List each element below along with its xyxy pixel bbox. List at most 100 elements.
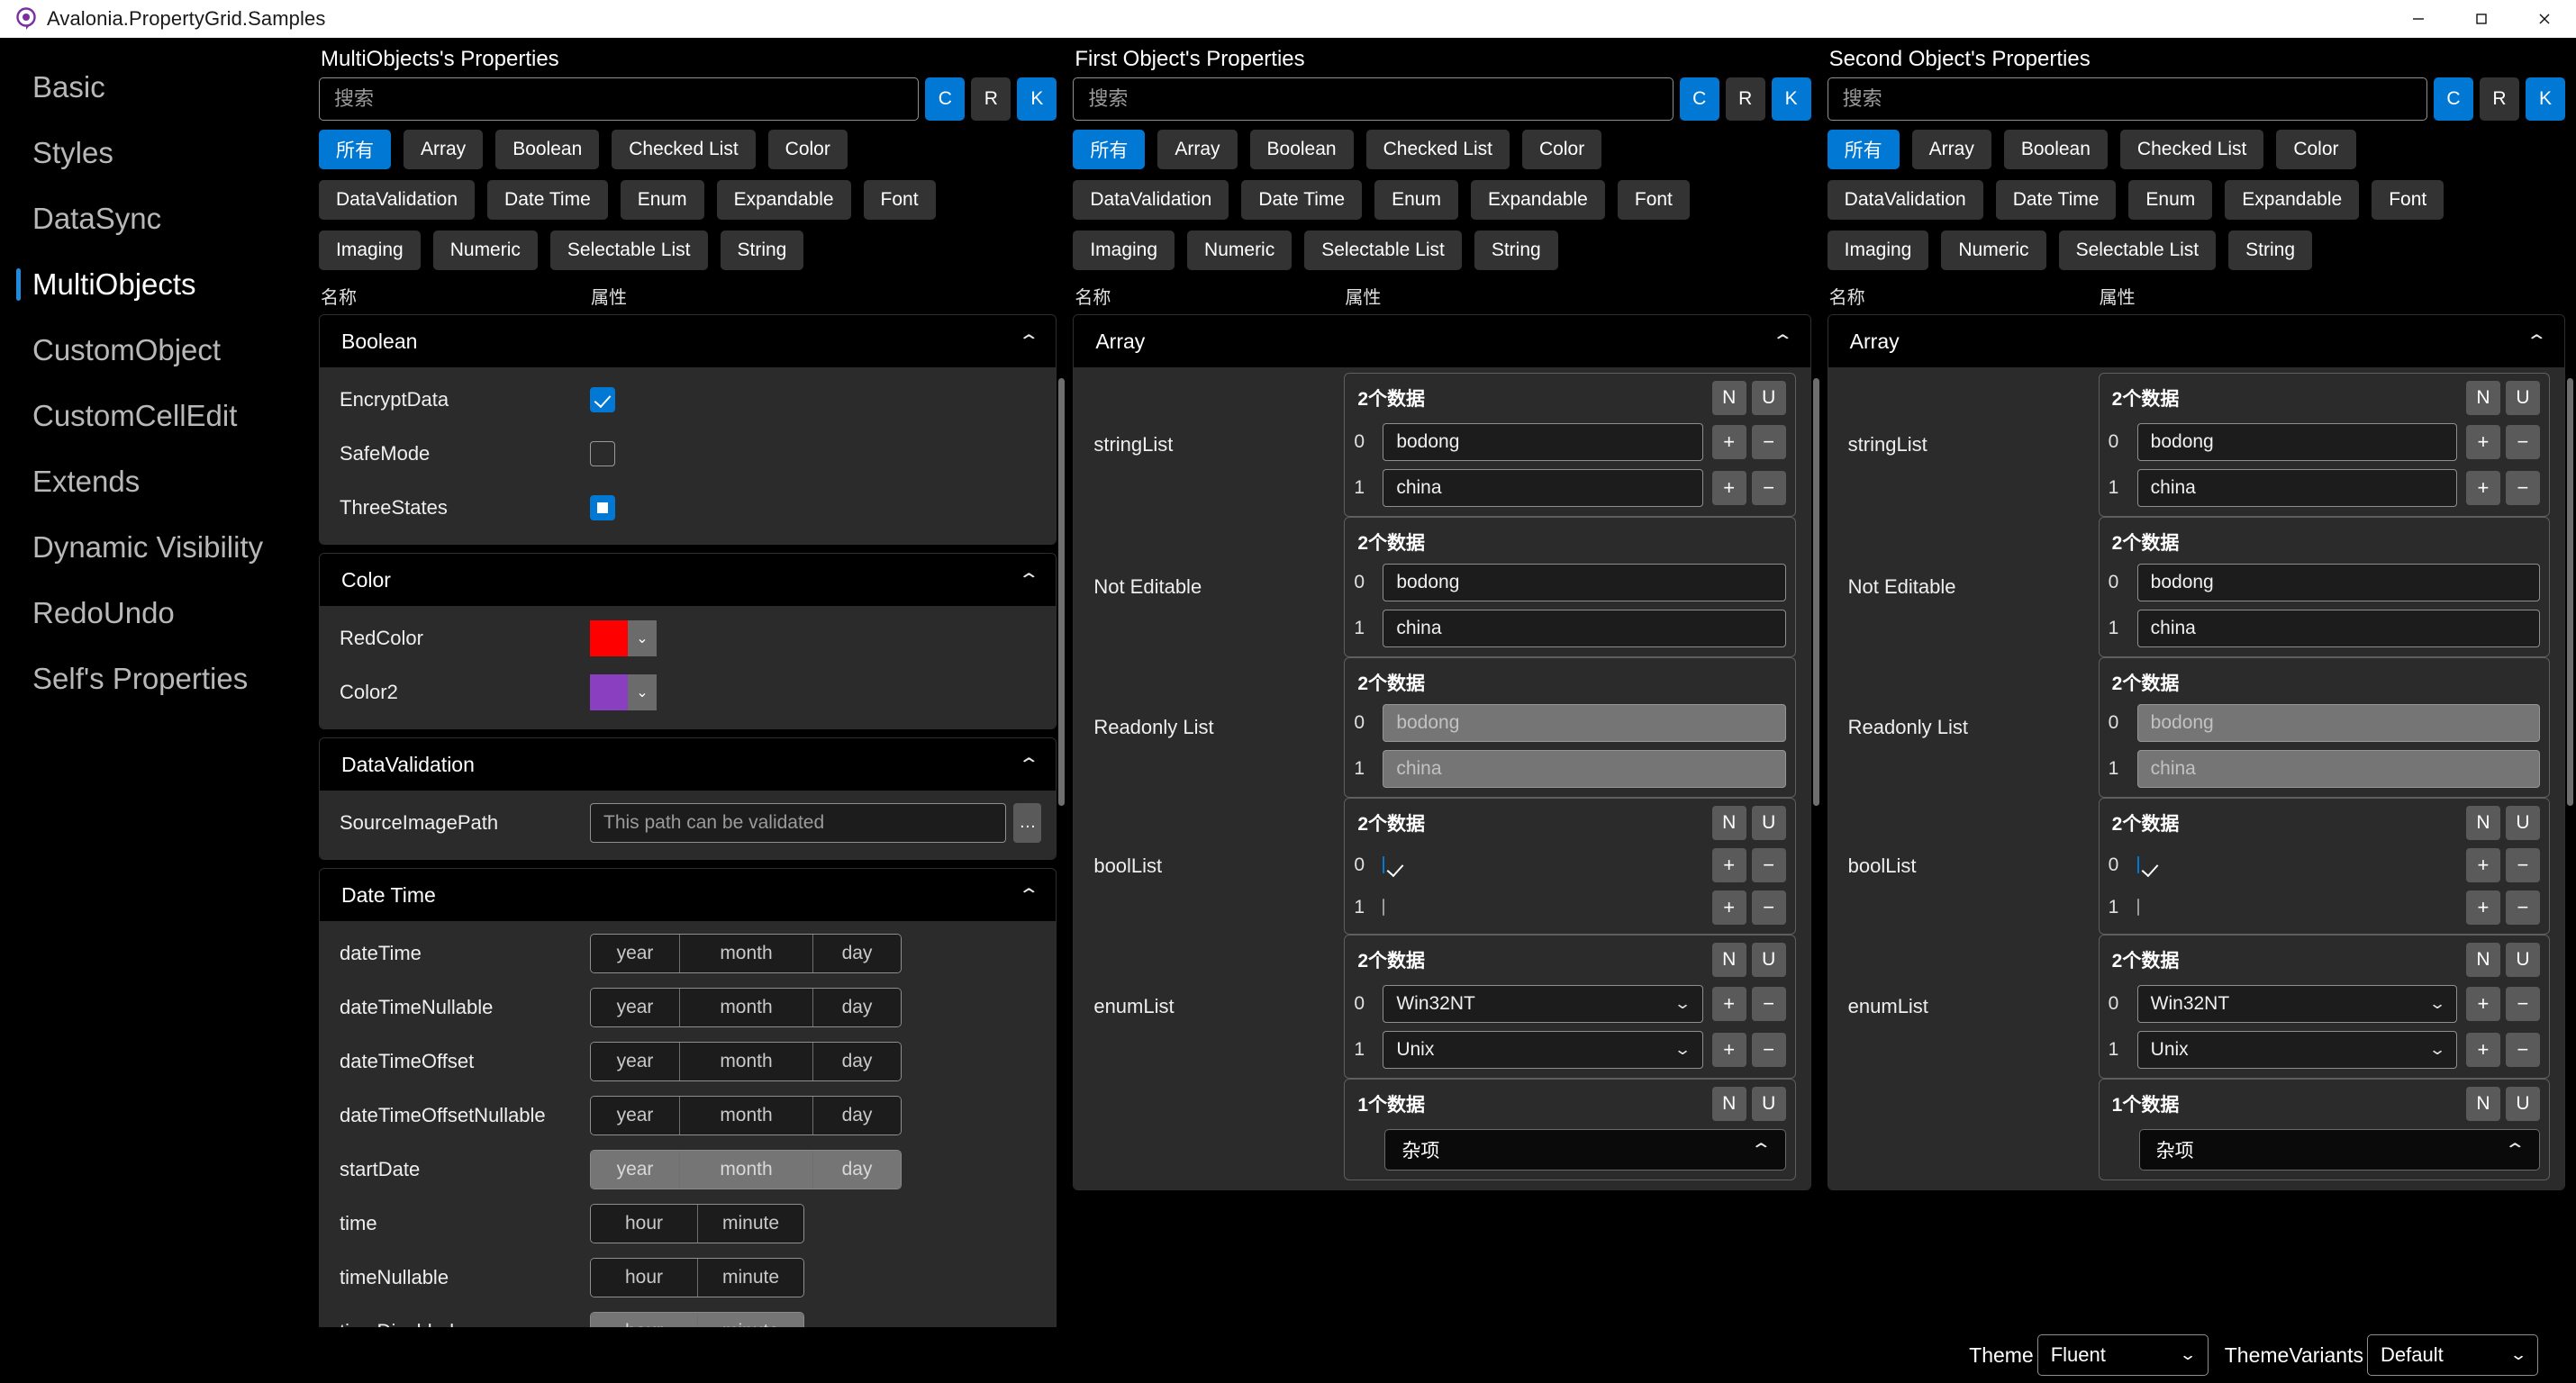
date-month-segment[interactable]: month — [679, 1043, 812, 1080]
sidebar-item-redoundo[interactable]: RedoUndo — [0, 580, 313, 646]
remove-item-button[interactable]: − — [1751, 471, 1786, 505]
filter-chip-color[interactable]: Color — [767, 130, 848, 169]
filter-chip-enum[interactable]: Enum — [1374, 180, 1458, 220]
add-item-button[interactable]: + — [2465, 848, 2500, 882]
category-header[interactable]: Boolean ⌃ — [320, 315, 1057, 367]
date-picker[interactable]: year month day — [590, 1096, 902, 1135]
toggle-category-button[interactable]: C — [925, 77, 966, 121]
list-item-checkbox[interactable] — [2136, 856, 2139, 873]
filter-chip-array[interactable]: Array — [404, 130, 484, 169]
add-item-button[interactable]: + — [2465, 1033, 2500, 1067]
date-year-segment[interactable]: year — [591, 989, 679, 1026]
filter-chip-selectable-list[interactable]: Selectable List — [549, 230, 708, 270]
toggle-keyword-button[interactable]: K — [1017, 77, 1057, 121]
sidebar-item-multiobjects[interactable]: MultiObjects — [0, 251, 313, 317]
chevron-up-icon[interactable]: ⌃ — [1017, 754, 1039, 776]
date-picker[interactable]: year month day — [590, 934, 902, 973]
date-year-segment[interactable]: year — [591, 1097, 679, 1134]
toggle-readonly-button[interactable]: R — [2479, 77, 2519, 121]
category-header[interactable]: Array ⌃ — [1074, 315, 1810, 367]
remove-item-button[interactable]: − — [1751, 425, 1786, 459]
filter-chip-date-time[interactable]: Date Time — [1995, 180, 2117, 220]
toggle-readonly-button[interactable]: R — [971, 77, 1011, 121]
theme-variants-select[interactable]: Default ⌄ — [2367, 1334, 2538, 1376]
filter-chip-datavalidation[interactable]: DataValidation — [1073, 180, 1229, 220]
filter-chip-selectable-list[interactable]: Selectable List — [2058, 230, 2217, 270]
clear-items-button[interactable]: U — [2505, 1087, 2540, 1121]
sidebar-item-styles[interactable]: Styles — [0, 120, 313, 185]
date-day-segment[interactable]: day — [812, 935, 901, 972]
toggle-category-button[interactable]: C — [2433, 77, 2473, 121]
filter-chip-datavalidation[interactable]: DataValidation — [1827, 180, 1983, 220]
filter-chip-array[interactable]: Array — [1157, 130, 1238, 169]
filter-chip-color[interactable]: Color — [1522, 130, 1602, 169]
vertical-scrollbar[interactable] — [1812, 314, 1820, 1383]
sidebar-item-customobject[interactable]: CustomObject — [0, 317, 313, 383]
date-day-segment[interactable]: day — [812, 1097, 901, 1134]
path-input[interactable]: This path can be validated — [590, 803, 1007, 843]
filter-chip--[interactable]: 所有 — [1073, 130, 1146, 169]
filter-chip-date-time[interactable]: Date Time — [1241, 180, 1363, 220]
filter-chip-boolean[interactable]: Boolean — [2003, 130, 2108, 169]
toggle-category-button[interactable]: C — [1679, 77, 1719, 121]
list-item-select[interactable]: Win32NT ⌄ — [1383, 985, 1703, 1023]
add-item-button[interactable]: + — [1711, 471, 1746, 505]
vertical-scrollbar[interactable] — [2566, 314, 2574, 1383]
clear-items-button[interactable]: U — [1751, 943, 1786, 977]
chevron-up-icon[interactable]: ⌃ — [1017, 330, 1039, 353]
toggle-keyword-button[interactable]: K — [2525, 77, 2565, 121]
maximize-button[interactable] — [2450, 0, 2513, 38]
toggle-keyword-button[interactable]: K — [1771, 77, 1811, 121]
filter-chip-enum[interactable]: Enum — [620, 180, 704, 220]
list-item-text-input[interactable]: china — [1383, 610, 1786, 647]
add-item-button[interactable]: + — [1711, 848, 1746, 882]
filter-chip-datavalidation[interactable]: DataValidation — [319, 180, 476, 220]
date-day-segment[interactable]: day — [812, 1043, 901, 1080]
filter-chip-font[interactable]: Font — [1617, 180, 1690, 220]
filter-chip-string[interactable]: String — [720, 230, 804, 270]
filter-chip-expandable[interactable]: Expandable — [1470, 180, 1605, 220]
chevron-up-icon[interactable]: ⌃ — [1772, 330, 1794, 353]
property-checkbox[interactable] — [590, 387, 615, 412]
time-minute-segment[interactable]: minute — [697, 1205, 803, 1243]
sidebar-item-basic[interactable]: Basic — [0, 54, 313, 120]
filter-chip-checked-list[interactable]: Checked List — [2119, 130, 2264, 169]
search-input[interactable] — [1073, 77, 1673, 121]
remove-item-button[interactable]: − — [1751, 1033, 1786, 1067]
sidebar-item-customcelledit[interactable]: CustomCellEdit — [0, 383, 313, 448]
filter-chip-expandable[interactable]: Expandable — [2225, 180, 2360, 220]
vertical-scrollbar[interactable] — [1057, 314, 1066, 1383]
filter-chip-checked-list[interactable]: Checked List — [612, 130, 756, 169]
toggle-readonly-button[interactable]: R — [1725, 77, 1765, 121]
list-item-text-input[interactable]: bodong — [1383, 423, 1703, 461]
clear-items-button[interactable]: U — [1751, 381, 1786, 415]
add-item-button[interactable]: + — [1711, 890, 1746, 925]
list-item-expander[interactable]: 杂项 ⌃ — [1384, 1129, 1786, 1171]
time-picker[interactable]: hour minute — [590, 1258, 804, 1297]
new-item-button[interactable]: N — [2465, 943, 2500, 977]
list-item-text-input[interactable]: china — [2136, 610, 2540, 647]
filter-chip-numeric[interactable]: Numeric — [1187, 230, 1293, 270]
filter-chip-selectable-list[interactable]: Selectable List — [1304, 230, 1462, 270]
list-item-text-input[interactable]: bodong — [2136, 423, 2457, 461]
filter-chip-enum[interactable]: Enum — [2128, 180, 2213, 220]
remove-item-button[interactable]: − — [2505, 890, 2540, 925]
list-item-text-input[interactable]: bodong — [2136, 564, 2540, 601]
filter-chip-numeric[interactable]: Numeric — [432, 230, 538, 270]
browse-button[interactable]: … — [1013, 803, 1042, 843]
chevron-up-icon[interactable]: ⌃ — [1017, 569, 1039, 592]
remove-item-button[interactable]: − — [2505, 987, 2540, 1021]
time-hour-segment[interactable]: hour — [591, 1205, 697, 1243]
clear-items-button[interactable]: U — [2505, 381, 2540, 415]
time-hour-segment[interactable]: hour — [591, 1259, 697, 1297]
date-month-segment[interactable]: month — [679, 989, 812, 1026]
category-header[interactable]: Color ⌃ — [320, 554, 1057, 606]
category-header[interactable]: DataValidation ⌃ — [320, 738, 1057, 791]
filter-chip-expandable[interactable]: Expandable — [716, 180, 851, 220]
date-picker[interactable]: year month day — [590, 1042, 902, 1081]
property-checkbox[interactable] — [590, 441, 615, 466]
filter-chip-font[interactable]: Font — [863, 180, 936, 220]
list-item-text-input[interactable]: china — [1383, 469, 1703, 507]
date-year-segment[interactable]: year — [591, 1043, 679, 1080]
filter-chip-string[interactable]: String — [2228, 230, 2313, 270]
